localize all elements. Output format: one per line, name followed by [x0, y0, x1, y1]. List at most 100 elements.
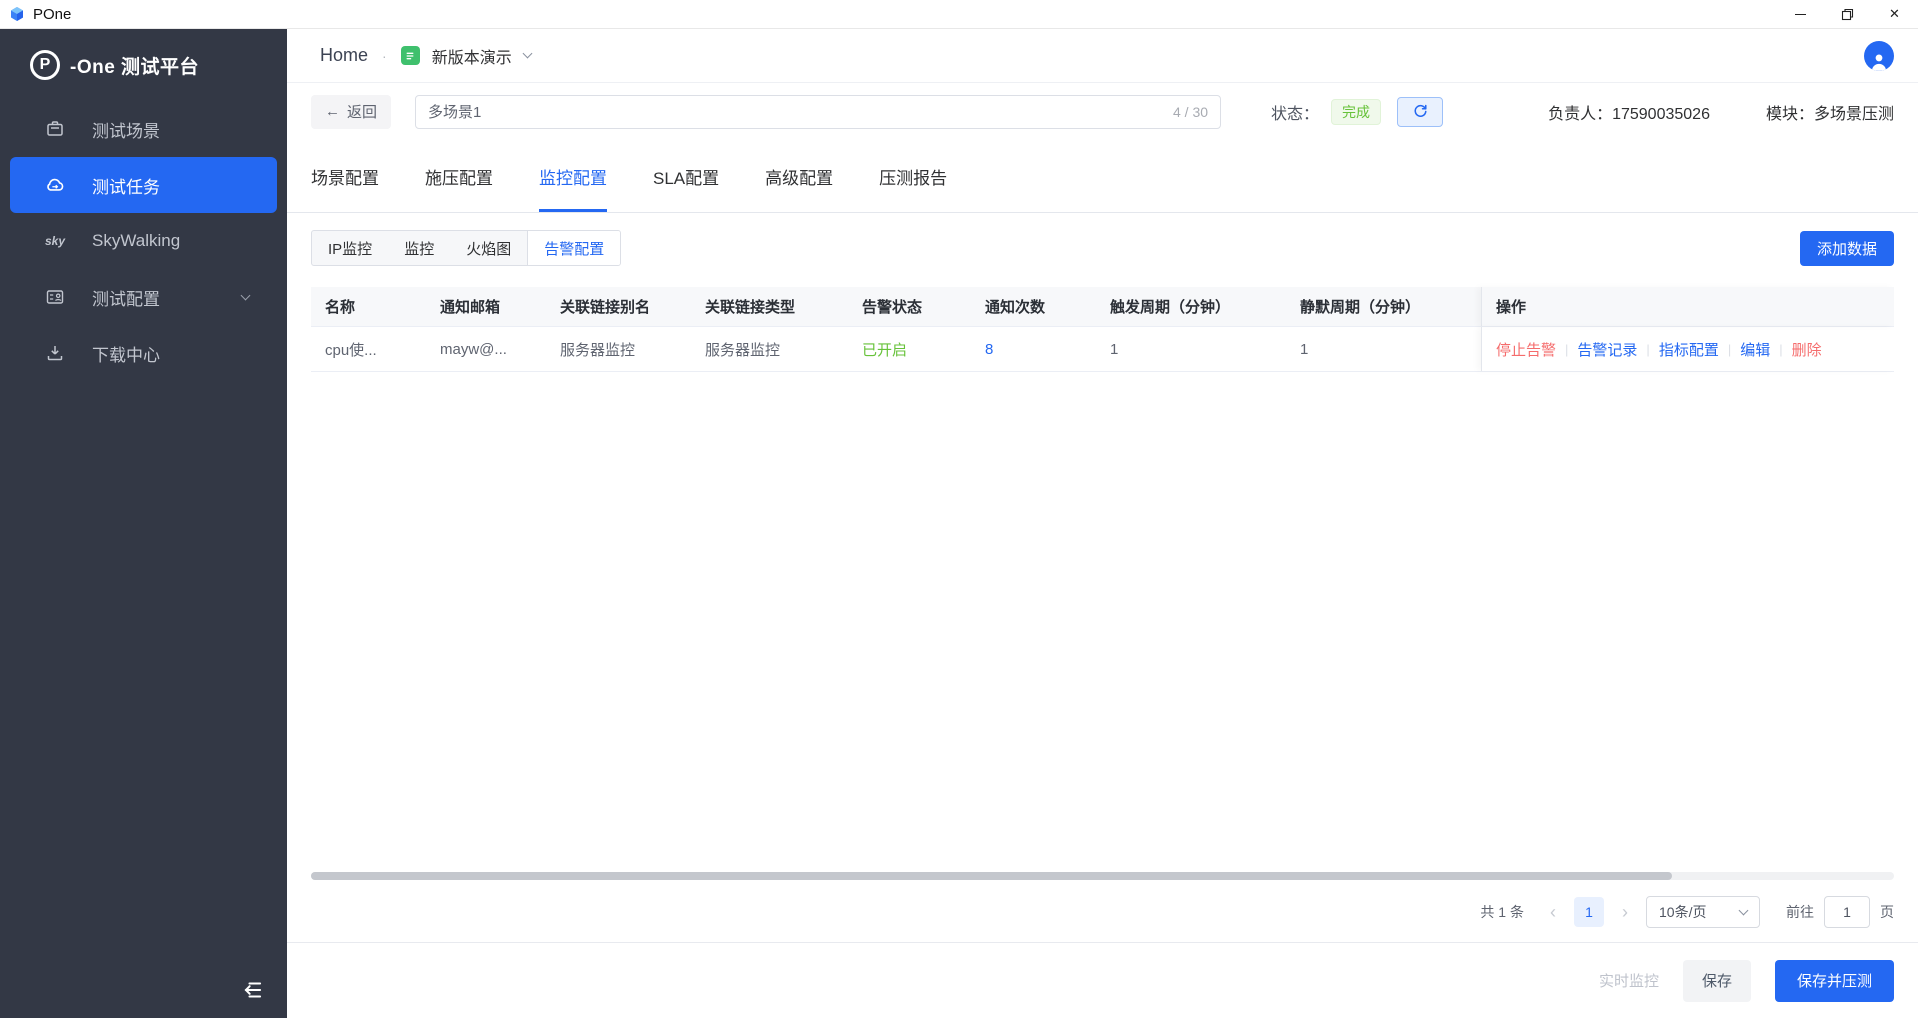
action-stop-alarm[interactable]: 停止告警	[1496, 339, 1556, 360]
sidebar-item-label: 测试任务	[92, 173, 160, 198]
cell-silent-period: 1	[1286, 327, 1481, 371]
col-link-type: 关联链接类型	[691, 287, 848, 326]
tab-sla-config[interactable]: SLA配置	[653, 140, 719, 212]
page-header: Home · 新版本演示	[287, 29, 1918, 83]
minimize-icon	[1795, 14, 1806, 15]
owner-field: 负责人：17590035026	[1548, 100, 1710, 124]
status-badge: 完成	[1331, 99, 1381, 125]
subtab-flame-graph[interactable]: 火焰图	[450, 231, 527, 265]
sidebar-item-label: 下载中心	[92, 341, 160, 366]
restore-button[interactable]	[1824, 0, 1871, 28]
scene-name-input[interactable]: 4 / 30	[415, 95, 1221, 129]
sidebar: P -One 测试平台 测试场景 测试任务 sky SkyWalking	[0, 29, 287, 1018]
app-icon	[9, 6, 25, 22]
cell-email: mayw@...	[426, 327, 546, 371]
sidebar-collapse-button[interactable]	[235, 972, 271, 1008]
subtab-alarm-config[interactable]: 告警配置	[527, 231, 620, 265]
action-edit[interactable]: 编辑	[1740, 339, 1770, 360]
scrollbar-thumb[interactable]	[311, 872, 1672, 880]
scenario-icon	[44, 118, 66, 140]
pagination-total: 共 1 条	[1480, 902, 1524, 922]
project-icon	[401, 46, 420, 65]
col-actions: 操作	[1481, 287, 1894, 326]
scene-name-field[interactable]	[428, 103, 1165, 120]
close-icon: ✕	[1889, 6, 1900, 22]
tab-advanced-config[interactable]: 高级配置	[765, 140, 833, 212]
save-and-test-button[interactable]: 保存并压测	[1775, 960, 1894, 1002]
subtab-ip-monitor[interactable]: IP监控	[312, 231, 388, 265]
project-selector[interactable]: 新版本演示	[432, 44, 512, 68]
collapse-icon	[240, 977, 266, 1003]
col-link-alias: 关联链接别名	[546, 287, 691, 326]
status-label: 状态：	[1271, 100, 1319, 124]
module-field: 模块：多场景压测	[1766, 100, 1894, 124]
toolbar: ← 返回 4 / 30 状态： 完成 负责人：17590035026 模块：多场…	[287, 83, 1918, 140]
restore-icon	[1841, 8, 1854, 21]
sidebar-item-skywalking[interactable]: sky SkyWalking	[10, 213, 277, 269]
task-cloud-icon	[44, 174, 66, 196]
cell-trigger-period: 1	[1096, 327, 1286, 371]
config-card-icon	[44, 286, 66, 308]
char-counter: 4 / 30	[1173, 104, 1208, 120]
add-data-button[interactable]: 添加数据	[1800, 231, 1894, 266]
page-size-select[interactable]: 10条/页	[1646, 896, 1760, 928]
sidebar-item-test-config[interactable]: 测试配置	[10, 269, 277, 325]
next-page-button[interactable]: ›	[1618, 902, 1632, 923]
col-notify-count: 通知次数	[971, 287, 1096, 326]
goto-suffix: 页	[1880, 902, 1894, 922]
back-arrow-icon: ←	[325, 103, 340, 120]
download-icon	[44, 342, 66, 364]
breadcrumb-separator: ·	[382, 48, 387, 64]
window-titlebar: POne ✕	[0, 0, 1918, 29]
footer-actions: 实时监控 保存 保存并压测	[287, 942, 1918, 1018]
back-button[interactable]: ← 返回	[311, 95, 391, 129]
page-number-button[interactable]: 1	[1574, 897, 1604, 927]
chevron-down-icon	[241, 290, 251, 300]
sidebar-item-test-scenario[interactable]: 测试场景	[10, 101, 277, 157]
refresh-button[interactable]	[1397, 97, 1443, 127]
tab-panel-monitor: IP监控 监控 火焰图 告警配置 添加数据 名称 通知邮箱 关联链接别名 关联链…	[287, 213, 1918, 942]
minimize-button[interactable]	[1777, 0, 1824, 28]
sidebar-item-label: SkyWalking	[92, 231, 180, 251]
action-metric-config[interactable]: 指标配置	[1659, 339, 1719, 360]
alarm-table: 名称 通知邮箱 关联链接别名 关联链接类型 告警状态 通知次数 触发周期（分钟）…	[311, 287, 1894, 372]
sidebar-item-download-center[interactable]: 下载中心	[10, 325, 277, 381]
tab-pressure-config[interactable]: 施压配置	[425, 140, 493, 212]
refresh-icon	[1412, 103, 1429, 120]
tab-scene-config[interactable]: 场景配置	[311, 140, 379, 212]
user-avatar[interactable]	[1864, 41, 1894, 71]
cell-link-alias: 服务器监控	[546, 327, 691, 371]
action-delete[interactable]: 删除	[1792, 339, 1822, 360]
sidebar-nav: 测试场景 测试任务 sky SkyWalking 测试配置	[0, 101, 287, 381]
tab-monitor-config[interactable]: 监控配置	[539, 140, 607, 212]
cell-link-type: 服务器监控	[691, 327, 848, 371]
save-button[interactable]: 保存	[1683, 960, 1751, 1002]
subtab-monitor[interactable]: 监控	[388, 231, 450, 265]
app-logo: P -One 测试平台	[0, 29, 287, 101]
sidebar-item-test-task[interactable]: 测试任务	[10, 157, 277, 213]
close-button[interactable]: ✕	[1871, 0, 1918, 28]
col-silent-period: 静默周期（分钟）	[1286, 287, 1481, 326]
chevron-down-icon[interactable]	[522, 49, 532, 59]
main-content: Home · 新版本演示 ← 返回 4 / 30 状态： 完成	[287, 29, 1918, 1018]
monitor-subtabs: IP监控 监控 火焰图 告警配置	[311, 230, 621, 266]
col-alarm-status: 告警状态	[848, 287, 971, 326]
tab-test-report[interactable]: 压测报告	[879, 140, 947, 212]
cell-notify-count[interactable]: 8	[971, 327, 1096, 371]
config-tabs: 场景配置 施压配置 监控配置 SLA配置 高级配置 压测报告	[287, 140, 1918, 213]
sidebar-item-label: 测试配置	[92, 285, 160, 310]
goto-page-input[interactable]	[1824, 896, 1870, 928]
action-alarm-records[interactable]: 告警记录	[1577, 339, 1637, 360]
logo-icon: P	[30, 50, 60, 80]
goto-label: 前往	[1786, 902, 1814, 922]
chevron-down-icon	[1739, 905, 1749, 915]
horizontal-scrollbar[interactable]	[311, 872, 1894, 880]
skywalking-icon: sky	[44, 230, 66, 252]
col-email: 通知邮箱	[426, 287, 546, 326]
realtime-monitor-button[interactable]: 实时监控	[1599, 970, 1659, 991]
pagination: 共 1 条 ‹ 1 › 10条/页 前往 页	[311, 894, 1894, 930]
logo-text: -One 测试平台	[70, 52, 199, 79]
breadcrumb-home[interactable]: Home	[320, 45, 368, 66]
prev-page-button[interactable]: ‹	[1546, 902, 1560, 923]
cell-name: cpu使...	[311, 327, 426, 371]
